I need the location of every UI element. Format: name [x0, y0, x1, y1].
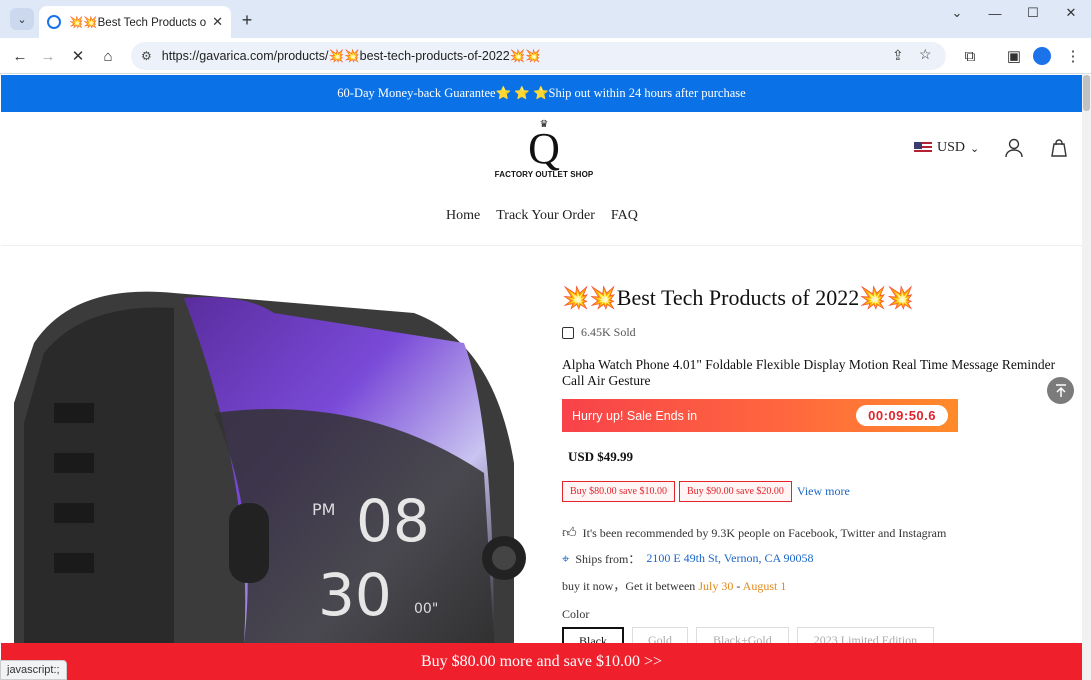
store-header: ♛ Q FACTORY OUTLET SHOP USD ⌄ Home Track…	[1, 112, 1082, 246]
stop-loading-button[interactable]: ✕	[66, 44, 90, 68]
back-button[interactable]: ←	[8, 44, 32, 68]
minimize-button[interactable]: —	[980, 4, 1010, 22]
recommendation-text: It's been recommended by 9.3K people on …	[582, 525, 947, 540]
bottom-promo-bar[interactable]: Buy $80.00 more and save $10.00 >>	[1, 643, 1082, 680]
back-to-top-button[interactable]	[1047, 377, 1074, 404]
recommendation-line: 👍︎ It's been recommended by 9.3K people …	[562, 524, 946, 542]
maximize-button[interactable]: ☐	[1018, 4, 1048, 22]
browser-tab-bar: ⌄ 💥💥Best Tech Products of 202 ✕ + ⌄ — ☐ …	[0, 0, 1091, 38]
window-close-button[interactable]: ✕	[1056, 4, 1086, 22]
us-flag-icon	[914, 142, 932, 154]
tab-close-icon[interactable]: ✕	[212, 14, 223, 30]
share-icon[interactable]: ⇪	[892, 47, 904, 64]
currency-label: USD	[937, 140, 966, 155]
forward-button[interactable]: →	[36, 44, 60, 68]
browser-toolbar: ← → ✕ ⌂ ⚙ https://gavarica.com/products/…	[0, 38, 1091, 74]
sale-countdown-banner: Hurry up! Sale Ends in 00:09:50.6	[562, 399, 958, 432]
logo-letter: Q	[528, 124, 560, 173]
logo-text: FACTORY OUTLET SHOP	[494, 170, 594, 179]
sale-text: Hurry up! Sale Ends in	[572, 408, 698, 423]
announcement-bar: 60-Day Money-back Guarantee⭐ ⭐ ⭐Ship out…	[1, 75, 1082, 112]
address-bar[interactable]: ⚙ https://gavarica.com/products/💥💥best-t…	[131, 42, 946, 70]
nav-faq[interactable]: FAQ	[611, 208, 638, 224]
browser-tab-active[interactable]: 💥💥Best Tech Products of 202 ✕	[39, 6, 231, 38]
ships-from-line: ⌖ Ships from： 2100 E 49th St, Vernon, CA…	[562, 550, 813, 567]
cart-bag-icon[interactable]	[1049, 138, 1069, 163]
status-bar: javascript:;	[0, 660, 67, 680]
product-image[interactable]: PM 08 30 00"	[14, 283, 534, 643]
countdown-timer: 00:09:50.6	[856, 405, 948, 426]
ships-from-label: Ships from：	[575, 552, 641, 566]
extensions-icon[interactable]: ⧉	[958, 44, 982, 68]
location-pin-icon: ⌖	[562, 550, 570, 566]
delivery-prefix: buy it now，Get it between	[562, 579, 696, 593]
tab-search-button[interactable]: ⌄	[10, 8, 34, 30]
coupon-tag[interactable]: Buy $90.00 save $20.00	[678, 481, 792, 502]
watch-minute: 30	[318, 561, 392, 629]
home-icon[interactable]: ⌂	[96, 44, 120, 68]
sold-text: 6.45K Sold	[581, 325, 636, 339]
delivery-date-separator: -	[733, 579, 743, 593]
account-icon[interactable]	[1004, 138, 1024, 163]
currency-selector[interactable]: USD ⌄	[914, 140, 979, 156]
delivery-date-to: August 1	[742, 579, 787, 593]
scrollbar-thumb[interactable]	[1083, 75, 1090, 111]
menu-kebab-icon[interactable]: ⋮	[1061, 44, 1085, 68]
delivery-date-from: July 30	[698, 579, 734, 593]
site-favicon-icon	[47, 15, 61, 29]
site-settings-icon[interactable]: ⚙	[141, 49, 152, 63]
bookmark-star-icon[interactable]: ☆	[919, 46, 932, 63]
watch-time-period: PM	[312, 500, 335, 519]
sold-count: 6.45K Sold	[562, 325, 636, 340]
thumbs-up-icon: 👍︎	[562, 526, 577, 541]
color-label: Color	[562, 607, 590, 621]
coupon-list: Buy $80.00 save $10.00 Buy $90.00 save $…	[562, 481, 850, 502]
nav-track-order[interactable]: Track Your Order	[496, 208, 595, 224]
product-title: 💥💥Best Tech Products of 2022💥💥	[562, 285, 915, 310]
product-description: Alpha Watch Phone 4.01" Foldable Flexibl…	[562, 357, 1056, 388]
chevron-down-icon: ⌄	[970, 142, 980, 155]
ships-from-address[interactable]: 2100 E 49th St, Vernon, CA 90058	[646, 551, 813, 566]
tab-title: 💥💥Best Tech Products of 202	[69, 17, 207, 29]
product-price: USD $49.99	[568, 449, 634, 464]
tab-dropdown-icon[interactable]: ⌄	[942, 4, 972, 22]
store-logo[interactable]: ♛ Q FACTORY OUTLET SHOP	[489, 120, 599, 186]
new-tab-button[interactable]: +	[235, 8, 259, 32]
side-panel-icon[interactable]: ▣	[1002, 44, 1026, 68]
shopping-bag-icon	[562, 326, 574, 339]
page-scrollbar[interactable]	[1082, 75, 1091, 680]
profile-avatar-icon[interactable]	[1033, 47, 1051, 65]
watch-seconds: 00"	[414, 601, 438, 617]
main-nav: Home Track Your Order FAQ	[446, 208, 638, 224]
coupon-tag[interactable]: Buy $80.00 save $10.00	[562, 481, 675, 502]
url-text: https://gavarica.com/products/💥💥best-tec…	[161, 48, 541, 63]
delivery-estimate: buy it now，Get it between July 30 - Augu…	[562, 577, 786, 594]
view-more-link[interactable]: View more	[797, 484, 850, 499]
watch-hour: 08	[356, 487, 430, 555]
nav-home[interactable]: Home	[446, 208, 480, 224]
